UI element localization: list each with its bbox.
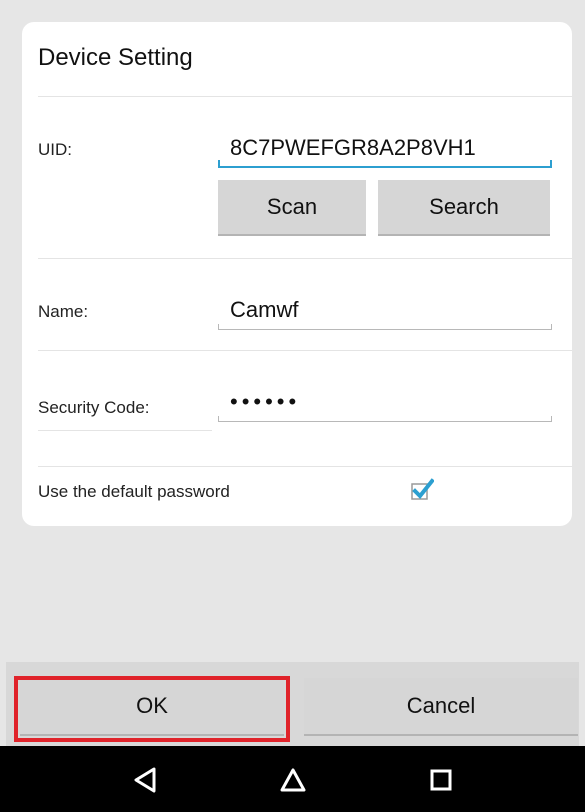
search-button[interactable]: Search [378,180,550,236]
home-icon[interactable] [278,766,308,794]
divider [38,350,572,351]
divider [38,466,572,467]
uid-input[interactable]: 8C7PWEFGR8A2P8VH1 [218,128,552,168]
recents-icon[interactable] [426,766,456,794]
name-input[interactable]: Camwf [218,290,552,330]
divider [38,430,212,431]
back-icon[interactable] [130,766,160,794]
security-code-label: Security Code: [38,398,150,417]
default-password-checkbox[interactable] [410,478,434,502]
divider [38,96,572,97]
dialog-title: Device Setting [38,44,193,71]
system-navbar [0,746,585,812]
uid-label: UID: [38,140,72,159]
security-code-input[interactable]: •••••• [218,382,552,422]
ok-button[interactable]: OK [20,678,284,736]
name-label: Name: [38,302,89,321]
cancel-button[interactable]: Cancel [304,678,578,736]
divider [38,258,572,259]
device-setting-dialog: Device Setting UID: 8C7PWEFGR8A2P8VH1 Sc… [22,22,572,526]
default-password-label: Use the default password [38,482,230,501]
scan-button[interactable]: Scan [218,180,366,236]
